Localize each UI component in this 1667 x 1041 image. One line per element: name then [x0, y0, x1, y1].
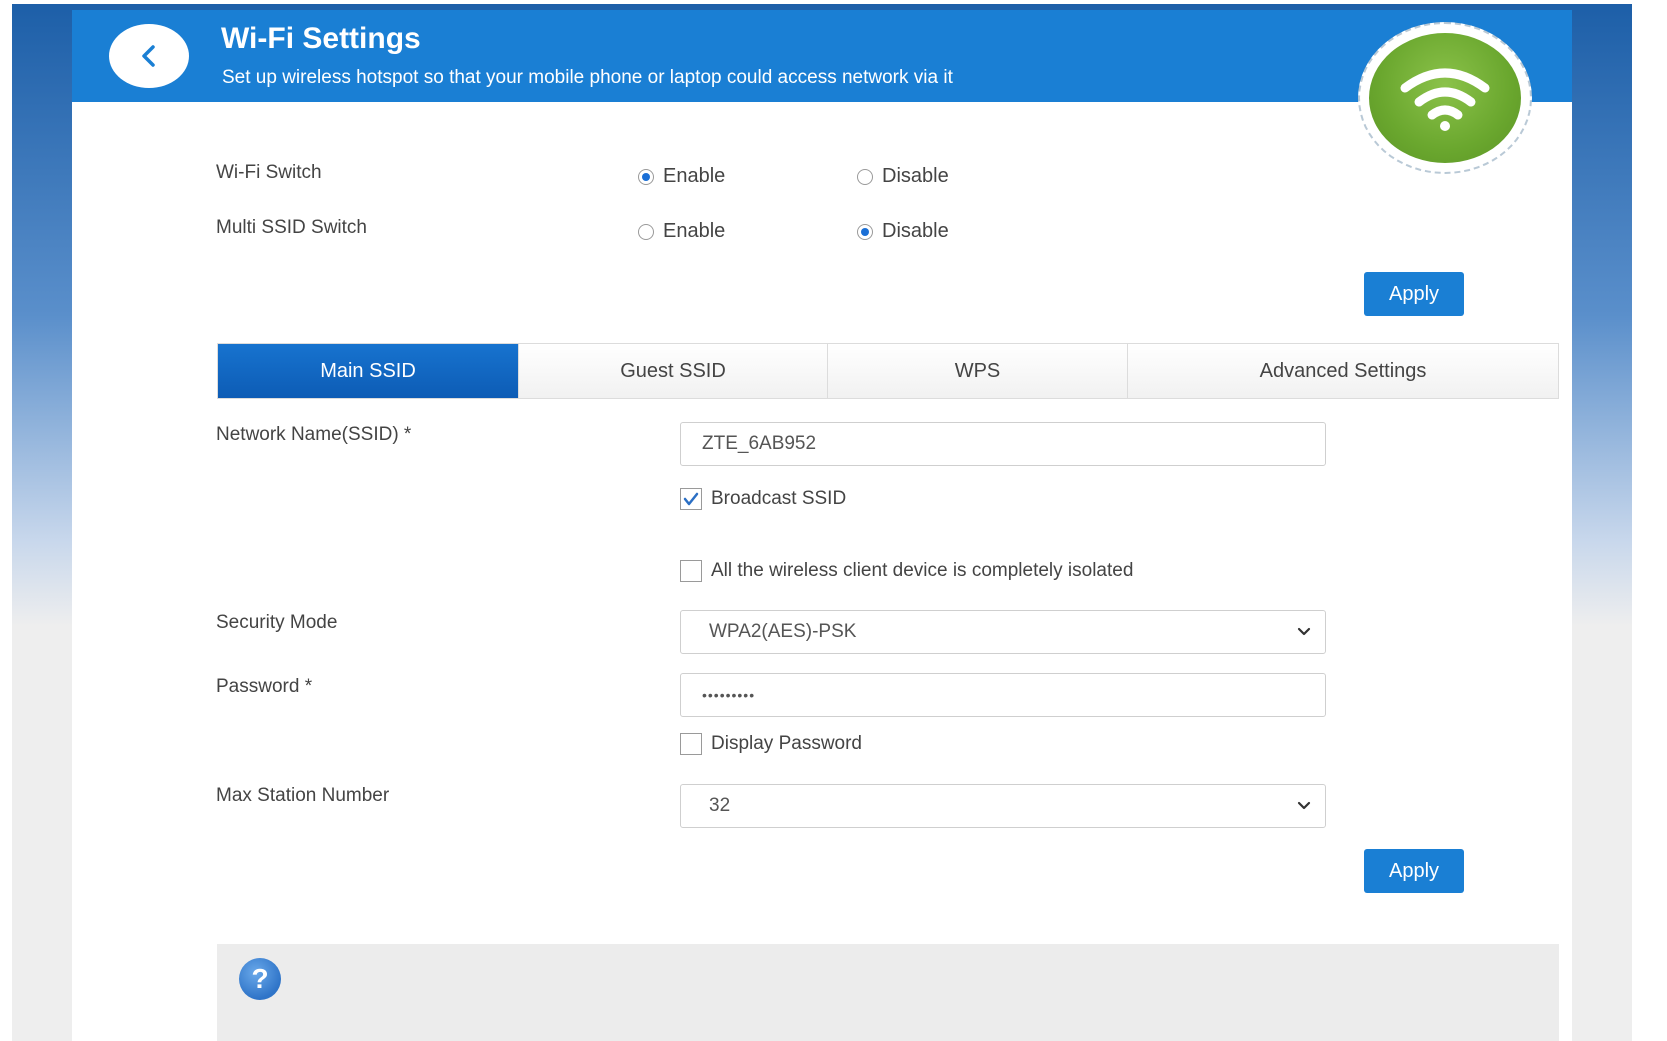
display-password-label: Display Password — [711, 733, 862, 754]
max-station-select[interactable]: 32 — [680, 784, 1326, 828]
wifi-icon — [1400, 68, 1490, 131]
broadcast-ssid-label: Broadcast SSID — [711, 488, 847, 509]
ssid-apply-button[interactable]: Apply — [1364, 849, 1464, 893]
switch-apply-button[interactable]: Apply — [1364, 272, 1464, 316]
wifi-switch-disable-radio[interactable]: Disable — [857, 165, 949, 188]
radio-label: Disable — [882, 165, 949, 187]
radio-label: Enable — [663, 165, 726, 187]
ssid-label: Network Name(SSID) * — [216, 424, 412, 445]
security-mode-value: WPA2(AES)-PSK — [709, 621, 857, 642]
page-title: Wi-Fi Settings — [221, 22, 421, 55]
header-bar: Wi-Fi Settings Set up wireless hotspot s… — [72, 10, 1572, 102]
back-button[interactable] — [109, 24, 189, 88]
checkbox-box-checked — [680, 488, 702, 510]
chevron-down-icon — [1297, 801, 1311, 810]
wifi-switch-enable-radio[interactable]: Enable — [638, 165, 725, 188]
page-subtitle: Set up wireless hotspot so that your mob… — [222, 67, 953, 88]
radio-dot — [857, 168, 873, 185]
question-icon[interactable]: ? — [239, 958, 281, 1000]
radio-label: Disable — [882, 220, 949, 242]
radio-dot-selected — [857, 223, 873, 240]
security-mode-label: Security Mode — [216, 612, 338, 633]
radio-dot — [638, 223, 654, 240]
ssid-input[interactable]: ZTE_6AB952 — [680, 422, 1326, 466]
multi-ssid-enable-radio[interactable]: Enable — [638, 220, 725, 243]
radio-dot-selected — [638, 168, 654, 185]
multi-ssid-disable-radio[interactable]: Disable — [857, 220, 949, 243]
password-input[interactable]: ••••••••• — [680, 673, 1326, 717]
chevron-left-icon — [142, 45, 155, 67]
wifi-badge — [1358, 22, 1532, 174]
chevron-down-icon — [1297, 627, 1311, 636]
tab-main-ssid[interactable]: Main SSID — [218, 344, 519, 398]
multi-ssid-switch-label: Multi SSID Switch — [216, 217, 367, 238]
max-station-label: Max Station Number — [216, 785, 390, 806]
isolation-label: All the wireless client device is comple… — [711, 560, 1134, 581]
isolation-checkbox[interactable]: All the wireless client device is comple… — [680, 560, 1133, 582]
ssid-tabs: Main SSID Guest SSID WPS Advanced Settin… — [217, 343, 1559, 399]
max-station-value: 32 — [709, 795, 731, 816]
wifi-switch-label: Wi-Fi Switch — [216, 162, 322, 183]
settings-card: Wi-Fi Settings Set up wireless hotspot s… — [72, 10, 1572, 1041]
help-section: ? — [217, 944, 1559, 1041]
password-label: Password * — [216, 676, 313, 697]
tab-wps[interactable]: WPS — [828, 344, 1128, 398]
security-mode-select[interactable]: WPA2(AES)-PSK — [680, 610, 1326, 654]
tab-advanced-settings[interactable]: Advanced Settings — [1128, 344, 1558, 398]
tab-guest-ssid[interactable]: Guest SSID — [519, 344, 828, 398]
display-password-checkbox[interactable]: Display Password — [680, 733, 862, 755]
checkbox-box — [680, 733, 702, 755]
checkbox-box — [680, 560, 702, 582]
radio-label: Enable — [663, 220, 726, 242]
broadcast-ssid-checkbox[interactable]: Broadcast SSID — [680, 488, 846, 510]
checkmark-icon — [683, 492, 699, 506]
